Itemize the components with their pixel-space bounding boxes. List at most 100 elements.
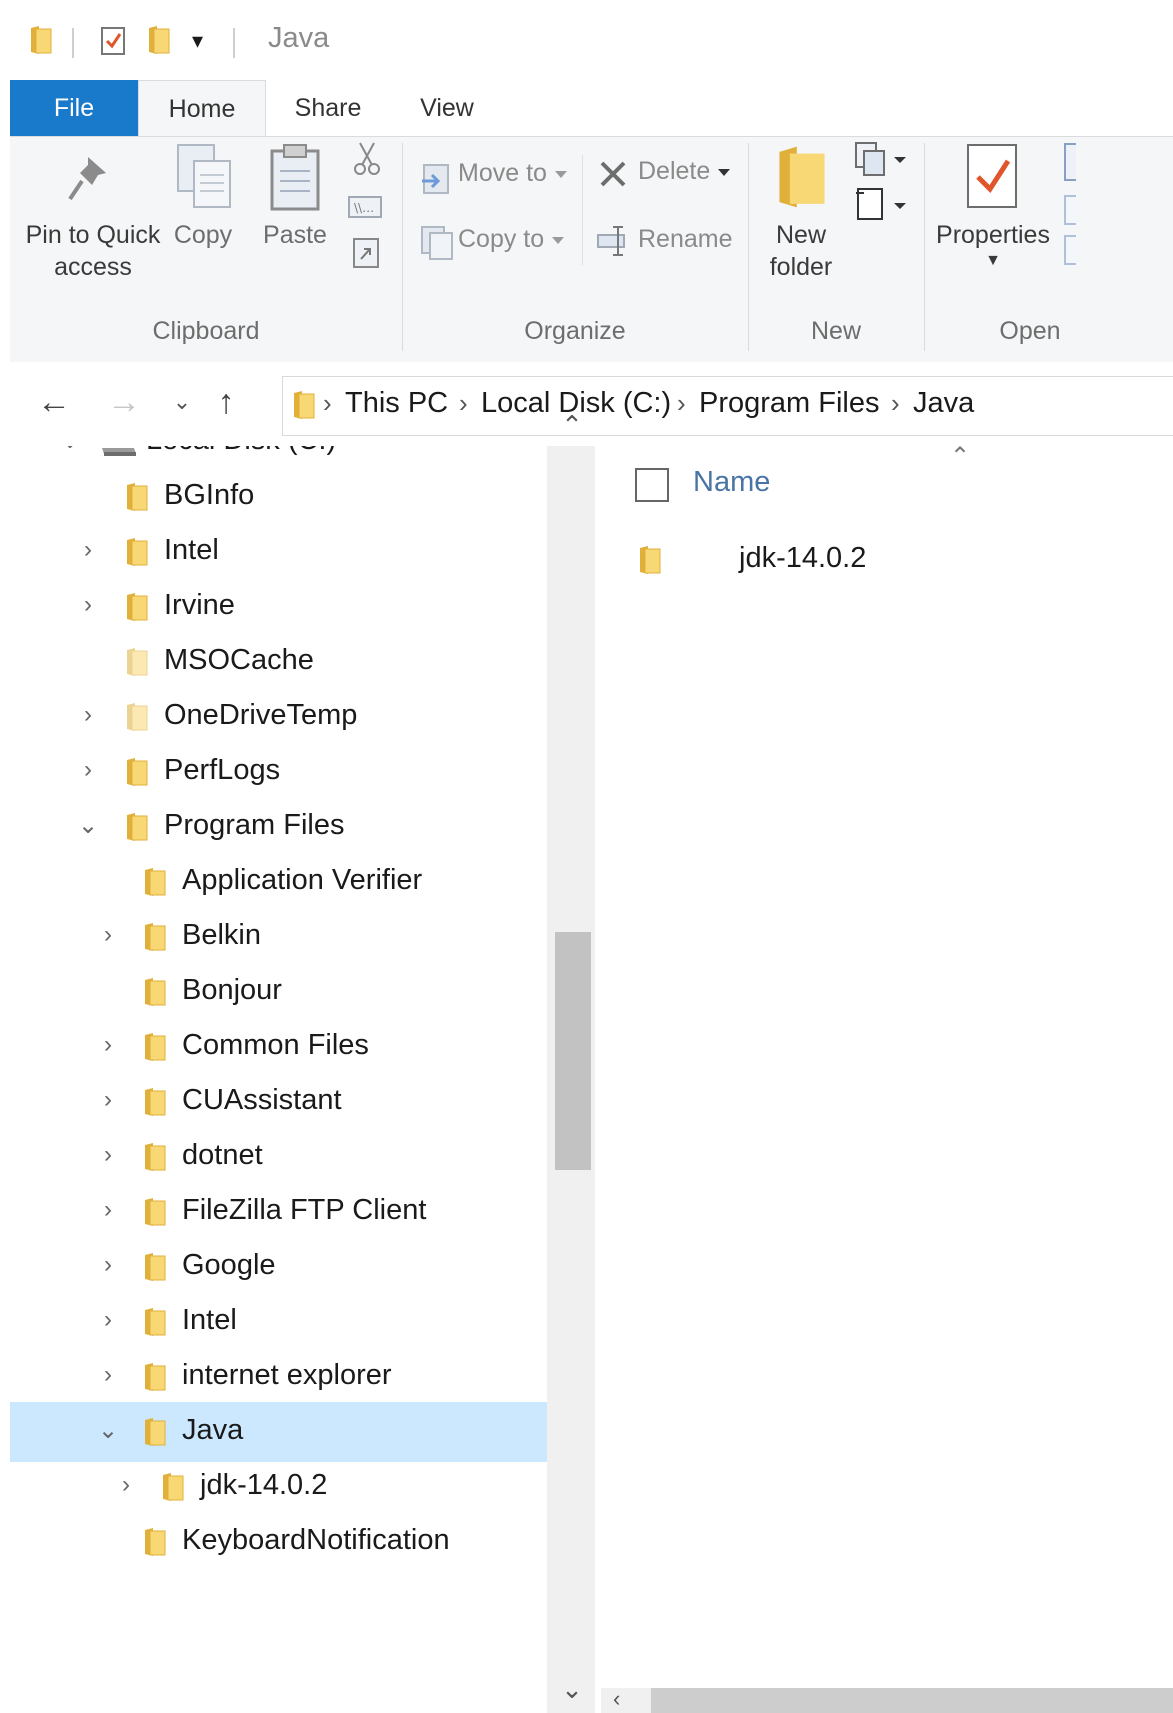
tree-item-keyboardnotification[interactable]: KeyboardNotification — [10, 1512, 555, 1572]
tree-item-belkin[interactable]: › Belkin — [10, 907, 555, 967]
chevron-right-icon[interactable]: › — [76, 536, 100, 566]
tree-item-dotnet[interactable]: › dotnet — [10, 1127, 555, 1187]
scroll-down-arrow[interactable]: ⌄ — [557, 1674, 587, 1705]
breadcrumb-program-files[interactable]: Program Files — [699, 387, 880, 420]
tree-label: OneDriveTemp — [164, 699, 358, 731]
copy-button[interactable]: Copy — [168, 219, 238, 251]
forward-button[interactable]: → — [102, 380, 146, 424]
chevron-right-icon[interactable]: › — [76, 756, 100, 786]
tree-item-application-verifier[interactable]: Application Verifier — [10, 852, 555, 912]
tree-item-java[interactable]: ⌄ Java — [10, 1402, 555, 1462]
folder-icon — [126, 648, 148, 676]
tree-item-intel-pf[interactable]: › Intel — [10, 1292, 555, 1352]
chevron-right-icon[interactable]: › — [114, 1471, 138, 1501]
tree-item-common-files[interactable]: › Common Files — [10, 1017, 555, 1077]
tree-item-onedrivetemp[interactable]: › OneDriveTemp — [10, 687, 555, 747]
navigation-scrollbar[interactable]: ⌃ ⌄ — [547, 410, 595, 1713]
file-row[interactable]: jdk-14.0.2 — [597, 532, 1173, 592]
paste-button[interactable]: Paste — [260, 219, 330, 251]
new-folder-button[interactable]: New folder — [756, 219, 846, 283]
chevron-right-icon[interactable]: › — [76, 701, 100, 731]
column-name[interactable]: Name — [693, 466, 770, 499]
chevron-down-icon[interactable]: ⌄ — [76, 811, 100, 841]
folder-icon[interactable] — [30, 26, 52, 54]
copy-path-icon[interactable]: \\… — [348, 195, 382, 219]
copy-to-button[interactable]: Copy to — [420, 225, 592, 261]
chevron-right-icon[interactable]: › — [96, 1086, 120, 1116]
move-to-icon — [422, 164, 449, 194]
chevron-right-icon[interactable]: › — [96, 1196, 120, 1226]
tree-item-bginfo[interactable]: BGInfo — [10, 467, 555, 527]
tree-item-intel[interactable]: › Intel — [10, 522, 555, 582]
chevron-right-icon[interactable]: › — [96, 921, 120, 951]
tree-item-irvine[interactable]: › Irvine — [10, 577, 555, 637]
breadcrumb-this-pc[interactable]: This PC — [345, 387, 448, 420]
easy-access-button[interactable] — [854, 187, 910, 223]
paste-icon[interactable] — [268, 143, 324, 213]
tab-home[interactable]: Home — [138, 80, 266, 138]
cut-icon[interactable] — [352, 141, 382, 177]
folder-icon — [144, 1418, 166, 1446]
group-open-label: Open — [999, 317, 1061, 345]
scroll-left-arrow[interactable]: ‹ — [613, 1686, 620, 1712]
breadcrumb-chevron[interactable]: › — [891, 388, 900, 419]
horizontal-scrollbar[interactable]: ‹ — [601, 1686, 1173, 1713]
tree-item-bonjour[interactable]: Bonjour — [10, 962, 555, 1022]
content-pane[interactable]: Name ⌃ jdk-14.0.2 ‹ — [597, 443, 1173, 1713]
new-item-button[interactable] — [854, 141, 910, 177]
column-header: Name ⌃ — [597, 443, 1173, 520]
tree-item-perflogs[interactable]: › PerfLogs — [10, 742, 555, 802]
tree-item-cuassistant[interactable]: › CUAssistant — [10, 1072, 555, 1132]
up-button[interactable]: ↑ — [204, 380, 248, 424]
chevron-right-icon[interactable]: › — [96, 1141, 120, 1171]
new-folder-icon[interactable] — [148, 26, 170, 54]
breadcrumb-chevron[interactable]: › — [323, 388, 332, 419]
chevron-right-icon[interactable]: › — [96, 1306, 120, 1336]
tree-item-filezilla[interactable]: › FileZilla FTP Client — [10, 1182, 555, 1242]
tab-file[interactable]: File — [10, 80, 138, 136]
separator — [582, 155, 583, 265]
select-all-checkbox[interactable] — [635, 468, 669, 502]
copy-icon[interactable] — [174, 143, 236, 213]
pin-icon[interactable] — [66, 151, 116, 207]
pin-to-quick-access-button[interactable]: Pin to Quick access — [18, 219, 168, 283]
properties-button[interactable]: Properties ▼ — [930, 219, 1056, 271]
move-to-button[interactable]: Move to — [420, 159, 592, 195]
breadcrumb-chevron[interactable]: › — [677, 388, 686, 419]
tree-item-msocache[interactable]: MSOCache — [10, 632, 555, 692]
rename-button[interactable]: Rename — [596, 223, 746, 263]
properties-icon[interactable] — [964, 141, 1022, 211]
chevron-right-icon[interactable]: › — [96, 1361, 120, 1391]
tree-item-program-files[interactable]: ⌄ Program Files — [10, 797, 555, 857]
address-bar[interactable]: › This PC › Local Disk (C:) › Program Fi… — [282, 376, 1173, 436]
chevron-right-icon[interactable]: › — [96, 1251, 120, 1281]
tree-label: Java — [182, 1414, 244, 1446]
scrollbar-thumb[interactable] — [651, 1688, 1173, 1713]
breadcrumb-chevron[interactable]: › — [459, 388, 468, 419]
tree-item-google[interactable]: › Google — [10, 1237, 555, 1297]
navigation-pane[interactable]: ⌄ Local Disk (C:) BGInfo › Intel › Irvin… — [10, 446, 557, 1713]
delete-button[interactable]: Delete — [598, 157, 748, 197]
folder-icon — [126, 813, 148, 841]
new-folder-icon[interactable] — [776, 143, 828, 211]
address-row: ← → ⌄ ↑ › This PC › Local Disk (C:) › Pr… — [10, 362, 1173, 446]
customize-toolbar-icon[interactable]: ▾ — [192, 28, 203, 54]
chevron-down-icon[interactable]: ⌄ — [96, 1416, 120, 1446]
paste-shortcut-icon[interactable] — [352, 235, 380, 269]
chevron-down-icon[interactable]: ⌄ — [58, 446, 82, 456]
tree-item-jdk[interactable]: › jdk-14.0.2 — [10, 1457, 555, 1517]
back-button[interactable]: ← — [32, 380, 76, 424]
recent-locations-button[interactable]: ⌄ — [160, 380, 204, 424]
tree-label: BGInfo — [164, 479, 255, 511]
tab-view[interactable]: View — [402, 80, 492, 136]
chevron-right-icon[interactable]: › — [96, 1031, 120, 1061]
breadcrumb-java[interactable]: Java — [913, 387, 974, 420]
scrollbar-thumb[interactable] — [555, 932, 591, 1170]
chevron-right-icon[interactable]: › — [76, 591, 100, 621]
open-icons-partial[interactable] — [1064, 143, 1076, 265]
scroll-up-arrow[interactable]: ⌃ — [557, 410, 587, 441]
tree-item-internet-explorer[interactable]: › internet explorer — [10, 1347, 555, 1407]
tab-share[interactable]: Share — [278, 80, 378, 136]
copy-to-label: Copy to — [458, 225, 565, 254]
properties-check-icon[interactable] — [100, 24, 128, 56]
